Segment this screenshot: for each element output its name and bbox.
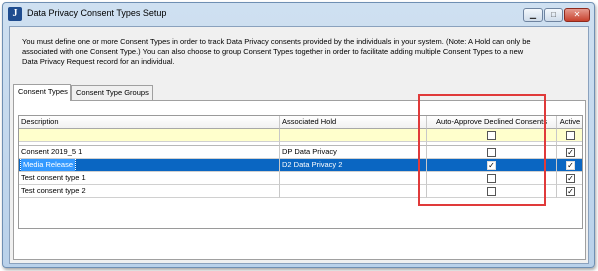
title-bar[interactable]: J Data Privacy Consent Types Setup ▁ □ ✕: [3, 3, 594, 25]
filter-auto-approve-cell: [427, 129, 557, 142]
row-associated-hold[interactable]: D2 Data Privacy 2: [280, 159, 427, 172]
auto-approve-checkbox[interactable]: ✓: [487, 161, 496, 170]
row-description[interactable]: Consent 2019_5 1: [19, 146, 280, 159]
consent-types-panel: Description Associated Hold Auto-Approve…: [13, 100, 586, 260]
table-row[interactable]: Consent 2019_5 1 DP Data Privacy ✓: [19, 146, 582, 159]
instructions-text: You must define one or more Consent Type…: [22, 37, 531, 66]
window-client-area: You must define one or more Consent Type…: [9, 26, 589, 264]
row-description[interactable]: Test consent type 2: [19, 185, 280, 198]
close-button[interactable]: ✕: [564, 8, 590, 22]
consent-types-grid: Description Associated Hold Auto-Approve…: [18, 115, 583, 229]
filter-row: [19, 129, 582, 142]
auto-approve-checkbox[interactable]: [487, 187, 496, 196]
filter-hold-field[interactable]: [280, 129, 427, 142]
filter-description-field[interactable]: [19, 129, 280, 142]
minimize-button[interactable]: ▁: [523, 8, 543, 22]
tab-consent-type-groups[interactable]: Consent Type Groups: [71, 85, 153, 100]
row-active-cell: ✓: [557, 172, 582, 185]
grid-header-row: Description Associated Hold Auto-Approve…: [19, 116, 582, 129]
active-checkbox[interactable]: ✓: [566, 187, 575, 196]
column-header-active[interactable]: Active: [557, 116, 582, 129]
filter-active-checkbox[interactable]: [566, 131, 575, 140]
setup-window: J Data Privacy Consent Types Setup ▁ □ ✕…: [2, 2, 595, 268]
active-checkbox[interactable]: ✓: [566, 174, 575, 183]
row-auto-approve-cell: [427, 172, 557, 185]
row-active-cell: ✓: [557, 185, 582, 198]
column-header-auto-approve[interactable]: Auto-Approve Declined Consents: [427, 116, 557, 129]
column-header-associated-hold[interactable]: Associated Hold: [280, 116, 427, 129]
row-active-cell: ✓: [557, 159, 582, 172]
row-auto-approve-cell: [427, 185, 557, 198]
maximize-button[interactable]: □: [544, 8, 563, 22]
active-checkbox[interactable]: ✓: [566, 161, 575, 170]
row-description[interactable]: Media Release: [19, 159, 280, 172]
table-row[interactable]: Test consent type 2 ✓: [19, 185, 582, 198]
table-row-selected[interactable]: Media Release D2 Data Privacy 2 ✓ ✓: [19, 159, 582, 172]
app-icon: J: [8, 7, 22, 21]
filter-active-cell: [557, 129, 582, 142]
active-checkbox[interactable]: ✓: [566, 148, 575, 157]
window-title: Data Privacy Consent Types Setup: [27, 8, 167, 18]
description-edit-text[interactable]: Media Release: [19, 159, 77, 171]
auto-approve-checkbox[interactable]: [487, 148, 496, 157]
row-description[interactable]: Test consent type 1: [19, 172, 280, 185]
row-associated-hold[interactable]: DP Data Privacy: [280, 146, 427, 159]
filter-auto-approve-checkbox[interactable]: [487, 131, 496, 140]
column-header-description[interactable]: Description: [19, 116, 280, 129]
row-associated-hold[interactable]: [280, 185, 427, 198]
auto-approve-checkbox[interactable]: [487, 174, 496, 183]
table-row[interactable]: Test consent type 1 ✓: [19, 172, 582, 185]
tab-consent-types[interactable]: Consent Types: [13, 84, 71, 101]
row-active-cell: ✓: [557, 146, 582, 159]
row-auto-approve-cell: ✓: [427, 159, 557, 172]
row-associated-hold[interactable]: [280, 172, 427, 185]
row-auto-approve-cell: [427, 146, 557, 159]
